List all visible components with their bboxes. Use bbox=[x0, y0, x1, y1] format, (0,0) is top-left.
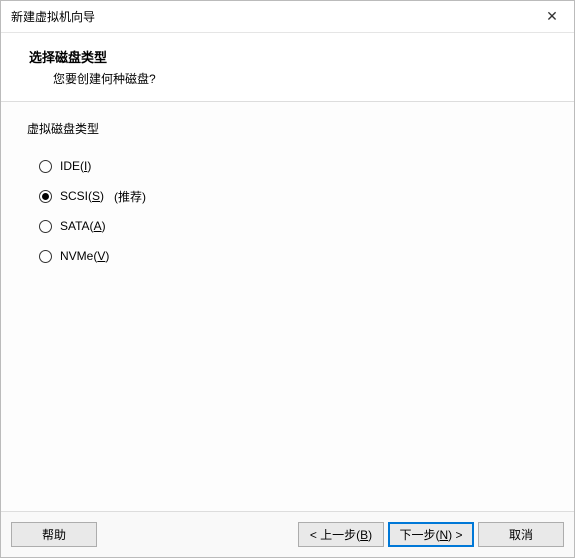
radio-icon bbox=[39, 220, 52, 233]
radio-icon bbox=[39, 190, 52, 203]
radio-icon bbox=[39, 250, 52, 263]
disk-type-radio-group: IDE(I) SCSI(S) (推荐) SATA(A) NVMe(V) bbox=[39, 151, 558, 271]
window-close-button[interactable]: ✕ bbox=[530, 1, 574, 33]
header-heading: 选择磁盘类型 bbox=[29, 47, 564, 66]
disk-type-group-label: 虚拟磁盘类型 bbox=[27, 120, 558, 137]
radio-label: SATA(A) bbox=[60, 219, 106, 233]
radio-option-ide[interactable]: IDE(I) bbox=[39, 151, 558, 181]
help-button[interactable]: 帮助 bbox=[11, 522, 97, 547]
window-title: 新建虚拟机向导 bbox=[11, 8, 95, 25]
close-icon: ✕ bbox=[546, 8, 558, 25]
next-button[interactable]: 下一步(N) > bbox=[388, 522, 474, 547]
wizard-header: 选择磁盘类型 您要创建何种磁盘? bbox=[1, 33, 574, 102]
wizard-content: 虚拟磁盘类型 IDE(I) SCSI(S) (推荐) SATA(A) bbox=[1, 102, 574, 511]
recommended-hint: (推荐) bbox=[114, 188, 146, 205]
wizard-window: 新建虚拟机向导 ✕ 选择磁盘类型 您要创建何种磁盘? 虚拟磁盘类型 IDE(I)… bbox=[0, 0, 575, 558]
back-button[interactable]: < 上一步(B) bbox=[298, 522, 384, 547]
radio-label: SCSI(S) bbox=[60, 189, 104, 203]
radio-option-scsi[interactable]: SCSI(S) (推荐) bbox=[39, 181, 558, 211]
radio-option-nvme[interactable]: NVMe(V) bbox=[39, 241, 558, 271]
radio-label: IDE(I) bbox=[60, 159, 91, 173]
wizard-footer: 帮助 < 上一步(B) 下一步(N) > 取消 bbox=[1, 511, 574, 557]
radio-option-sata[interactable]: SATA(A) bbox=[39, 211, 558, 241]
radio-icon bbox=[39, 160, 52, 173]
header-subheading: 您要创建何种磁盘? bbox=[53, 70, 564, 87]
radio-label: NVMe(V) bbox=[60, 249, 109, 263]
titlebar: 新建虚拟机向导 ✕ bbox=[1, 1, 574, 33]
cancel-button[interactable]: 取消 bbox=[478, 522, 564, 547]
